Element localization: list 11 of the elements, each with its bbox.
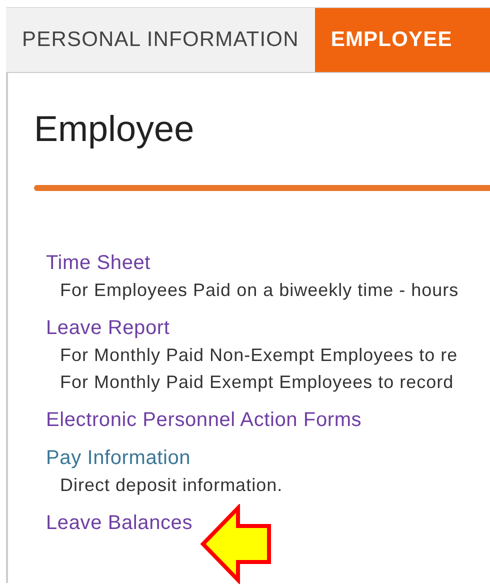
page-link[interactable]: Leave Report (46, 314, 170, 342)
link-description: For Employees Paid on a biweekly time - hours (60, 279, 460, 302)
page-heading: Employee (34, 107, 196, 149)
page-link[interactable]: Time Sheet (46, 249, 151, 277)
page-link[interactable]: Electronic Personnel Action Forms (46, 406, 362, 434)
page-link[interactable]: Pay Information (46, 444, 191, 472)
link-description: For Monthly Paid Exempt Employees to record (60, 371, 455, 394)
arrow-icon (200, 504, 271, 584)
link-description: For Monthly Paid Non-Exempt Employees to re (60, 344, 459, 367)
link-description: Direct deposit information. (60, 474, 284, 497)
page-link[interactable]: Leave Balances (46, 509, 193, 537)
